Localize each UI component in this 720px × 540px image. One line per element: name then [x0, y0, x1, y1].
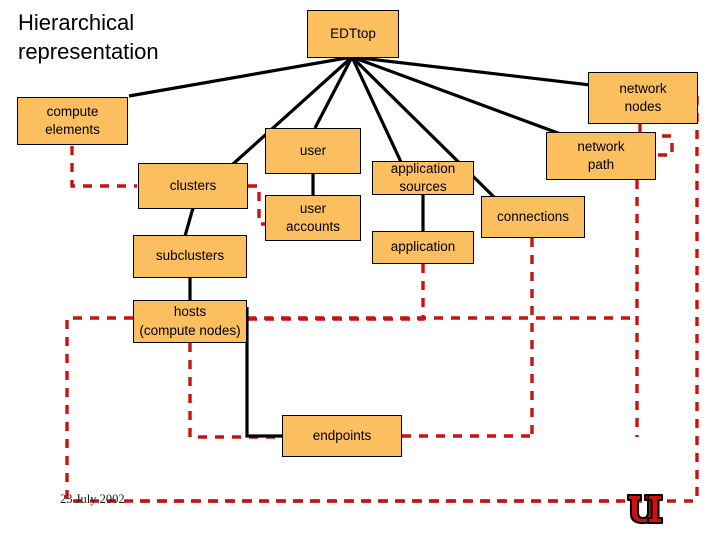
node-label-hosts: hosts (compute nodes)	[139, 304, 241, 338]
node-network-nodes[interactable]: network nodes	[588, 72, 698, 124]
node-label-user: user	[299, 142, 327, 158]
node-label-application-sources: application sources	[390, 160, 456, 194]
page-title: Hierarchical representation	[18, 10, 159, 65]
node-label-network-nodes: network nodes	[619, 80, 667, 114]
node-compute-elements[interactable]: compute elements	[17, 97, 128, 145]
iu-logo	[626, 493, 664, 525]
node-label-connections: connections	[496, 208, 570, 224]
node-label-subclusters: subclusters	[155, 248, 225, 264]
node-label-network-path: network path	[577, 138, 625, 172]
node-label-edttop: EDTtop	[330, 25, 376, 41]
node-network-path[interactable]: network path	[546, 132, 656, 180]
node-application[interactable]: application	[372, 231, 474, 264]
node-clusters[interactable]: clusters	[138, 163, 248, 209]
node-user[interactable]: user	[265, 128, 361, 174]
node-label-clusters: clusters	[169, 177, 217, 193]
slide-canvas: Hierarchical representation EDTtop comput…	[0, 0, 720, 540]
node-connections[interactable]: connections	[481, 196, 585, 238]
date-stamp: 23 July 2002	[60, 492, 125, 506]
node-subclusters[interactable]: subclusters	[133, 235, 247, 278]
node-endpoints[interactable]: endpoints	[282, 415, 402, 457]
node-layer: EDTtop compute elements clusters subcluster…	[0, 0, 720, 540]
node-hosts[interactable]: hosts (compute nodes)	[133, 300, 247, 343]
node-edttop[interactable]: EDTtop	[307, 10, 399, 58]
node-label-user-accounts: user accounts	[285, 200, 341, 234]
node-label-compute-elements: compute elements	[45, 103, 100, 137]
node-label-endpoints: endpoints	[312, 427, 372, 443]
node-application-sources[interactable]: application sources	[372, 161, 474, 195]
node-label-application: application	[390, 239, 456, 255]
node-user-accounts[interactable]: user accounts	[265, 195, 361, 241]
